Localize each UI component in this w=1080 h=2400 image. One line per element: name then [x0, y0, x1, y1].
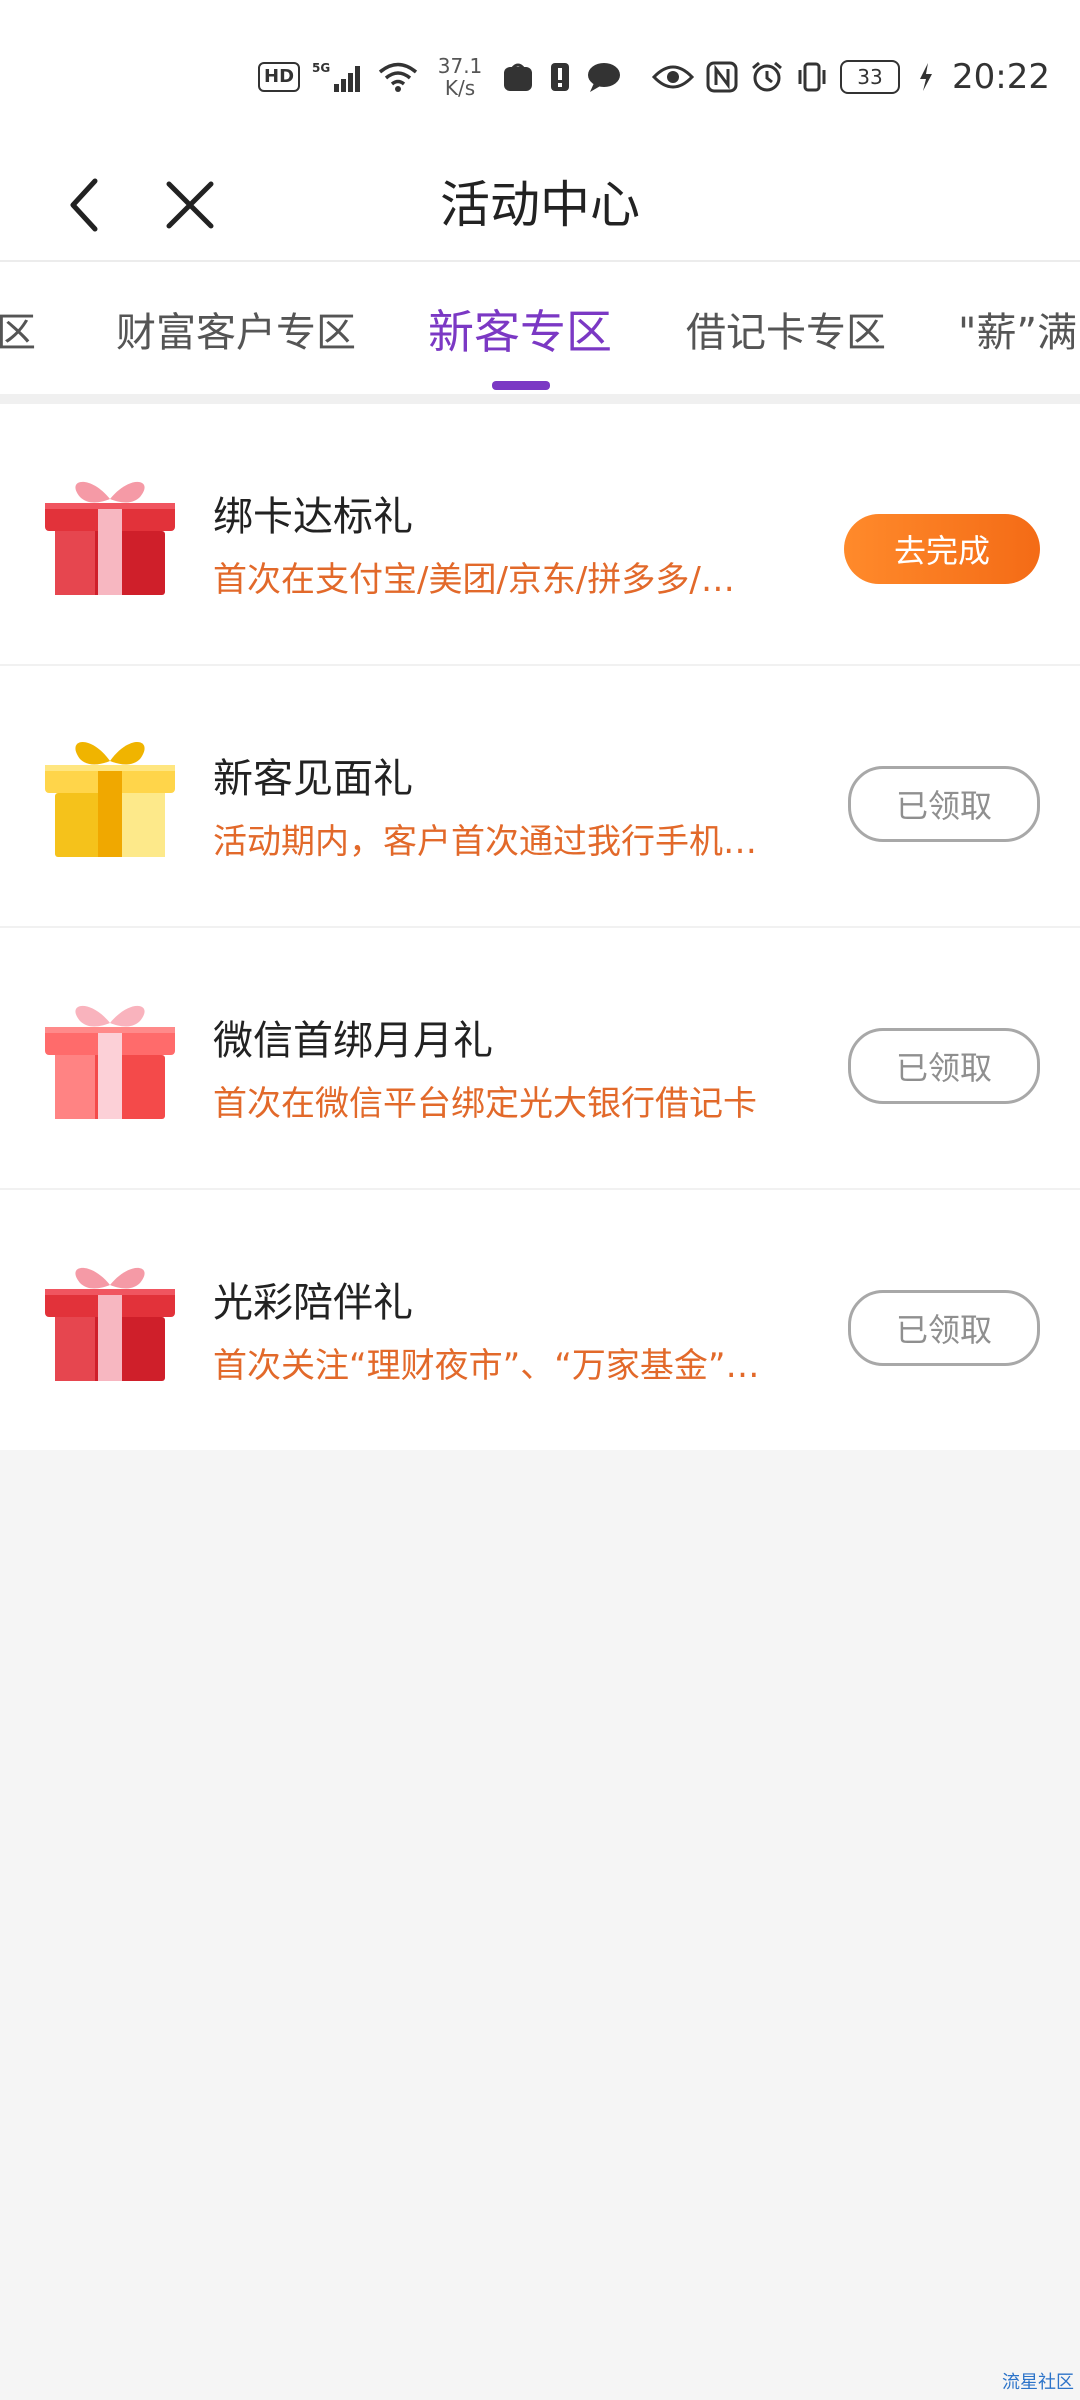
vibrate-icon [796, 59, 828, 95]
gift-red-icon [45, 481, 175, 595]
item-title: 微信首绑月月礼 [213, 1018, 493, 1064]
list-item[interactable]: 新客见面礼 活动期内，客户首次通过我行手机… 已领取 [0, 666, 1080, 928]
watermark: 流星社区 [1002, 2372, 1074, 2393]
item-description: 首次在微信平台绑定光大银行借记卡 [213, 1084, 757, 1124]
clock: 20:22 [952, 57, 1050, 97]
item-description: 活动期内，客户首次通过我行手机… [213, 822, 757, 862]
header: 活动中心 [0, 150, 1080, 262]
activity-list: 绑卡达标礼 首次在支付宝/美团/京东/拼多多/… 去完成 新客见面礼 活动期内，… [0, 404, 1080, 1450]
tab-partial-left[interactable]: 区 [0, 300, 36, 360]
svg-text:5G: 5G [312, 61, 330, 75]
divider [0, 394, 1080, 404]
page-title: 活动中心 [440, 176, 640, 234]
nfc-icon [706, 59, 738, 95]
claimed-button[interactable]: 已领取 [848, 1028, 1040, 1104]
item-description: 首次在支付宝/美团/京东/拼多多/… [213, 560, 735, 600]
claimed-button[interactable]: 已领取 [848, 1290, 1040, 1366]
shopping-bag-icon [502, 59, 534, 95]
list-item[interactable]: 光彩陪伴礼 首次关注“理财夜市”、“万家基金”… 已领取 [0, 1190, 1080, 1450]
tab-debit-card[interactable]: 借记卡专区 [686, 300, 886, 360]
network-speed: 37.1 K/s [437, 54, 483, 100]
wifi-icon [378, 59, 418, 95]
complete-button[interactable]: 去完成 [844, 514, 1040, 584]
signal-icon: 5G [312, 59, 366, 95]
charging-icon [912, 59, 940, 95]
claimed-button[interactable]: 已领取 [848, 766, 1040, 842]
tab-new-customers[interactable]: 新客专区 [428, 296, 612, 359]
battery-icon: 33 [840, 60, 901, 94]
eye-icon [652, 59, 695, 95]
list-item[interactable]: 绑卡达标礼 首次在支付宝/美团/京东/拼多多/… 去完成 [0, 404, 1080, 666]
status-bar: HD 5G 37.1 K/s 33 20:22 [0, 0, 1080, 150]
tab-indicator [492, 381, 550, 390]
tab-bar: 区 财富客户专区 新客专区 借记卡专区 "薪”满 [0, 262, 1080, 394]
alert-icon [546, 59, 574, 95]
hd-icon: HD [258, 62, 301, 92]
tab-salary[interactable]: "薪”满 [958, 300, 1077, 360]
gift-yellow-icon [45, 741, 175, 857]
item-title: 新客见面礼 [213, 756, 413, 802]
chat-icon [586, 59, 622, 95]
list-item[interactable]: 微信首绑月月礼 首次在微信平台绑定光大银行借记卡 已领取 [0, 928, 1080, 1190]
tab-wealth-customers[interactable]: 财富客户专区 [116, 300, 356, 360]
item-title: 绑卡达标礼 [213, 494, 413, 540]
status-icons: HD 5G 37.1 K/s 33 20:22 [258, 52, 1050, 102]
gift-red-icon [45, 1267, 175, 1381]
alarm-icon [750, 59, 784, 95]
gift-pink-icon [45, 1005, 175, 1119]
item-title: 光彩陪伴礼 [213, 1280, 413, 1326]
item-description: 首次关注“理财夜市”、“万家基金”… [213, 1346, 760, 1386]
